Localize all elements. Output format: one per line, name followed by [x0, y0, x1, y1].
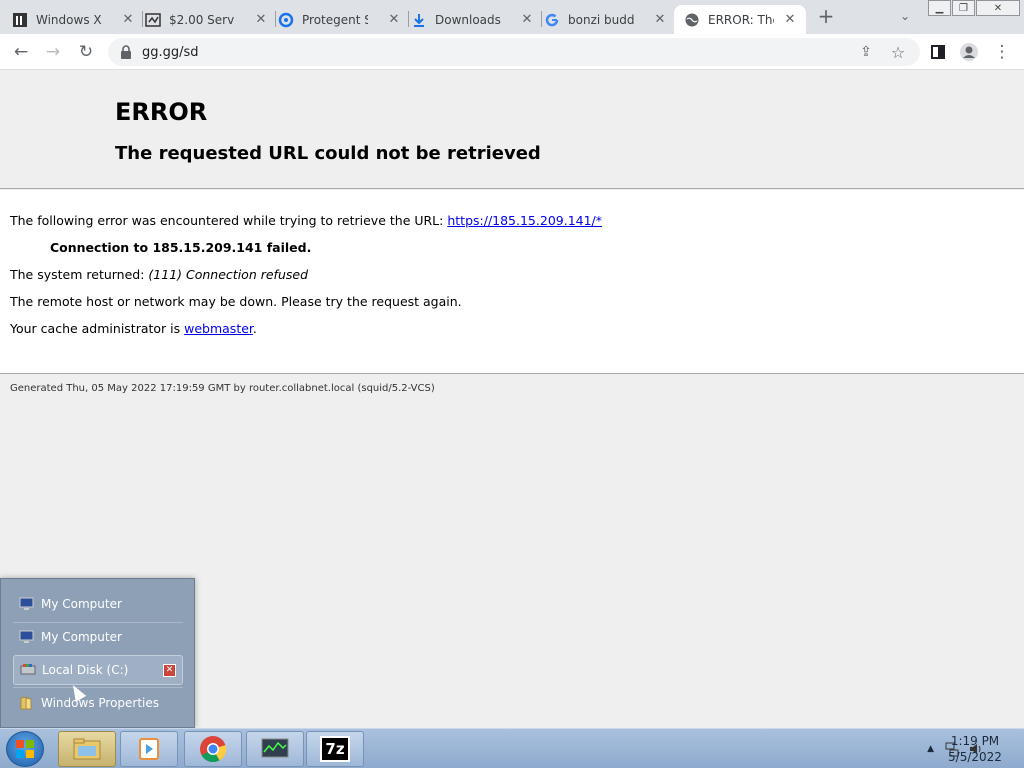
address-bar[interactable]: gg.gg/sd — [108, 38, 920, 66]
jump-item-windows-properties[interactable]: Windows Properties — [13, 688, 183, 718]
tab-title: Protegent Sc — [302, 12, 368, 27]
tab-separator — [541, 11, 542, 27]
tab-error[interactable]: ERROR: The ✕ — [674, 5, 806, 34]
restore-button[interactable]: ❐ — [952, 0, 975, 16]
webmaster-link[interactable]: webmaster — [184, 321, 253, 336]
tab-title: Downloads — [435, 12, 501, 27]
error-cache-admin: Your cache administrator is webmaster. — [10, 321, 257, 336]
close-tab-icon[interactable]: ✕ — [519, 12, 535, 28]
profile-avatar[interactable] — [957, 40, 981, 64]
drive-icon — [20, 662, 36, 678]
folder-icon — [73, 738, 101, 760]
close-tab-icon[interactable]: ✕ — [652, 12, 668, 28]
error-header: ERROR The requested URL could not be ret… — [0, 71, 1024, 189]
windows-logo-icon — [16, 740, 34, 758]
page-title: ERROR — [115, 98, 208, 126]
error-system-returned: The system returned: (111) Connection re… — [10, 267, 308, 282]
globe-icon — [684, 12, 700, 28]
tab-title: $2.00 Service — [169, 12, 235, 27]
forward-button[interactable]: → — [41, 40, 65, 64]
url-text[interactable]: gg.gg/sd — [142, 45, 199, 60]
close-tab-icon[interactable]: ✕ — [120, 12, 136, 28]
taskbar-7zip[interactable]: 7z — [306, 731, 364, 767]
tab-separator — [408, 11, 409, 27]
tab-protegent[interactable]: Protegent Sc ✕ — [278, 5, 406, 34]
taskbar-media-player[interactable] — [120, 731, 178, 767]
error-body: The following error was encountered whil… — [0, 190, 1024, 374]
tab-bonzi-buddy[interactable]: bonzi buddy ✕ — [544, 5, 672, 34]
task-manager-icon — [261, 738, 289, 758]
tab-downloads[interactable]: Downloads ✕ — [411, 5, 539, 34]
minimize-button[interactable]: ▁ — [928, 0, 951, 16]
tab-windows-xp[interactable]: Windows XP ✕ — [12, 5, 140, 34]
windows-xp-favicon — [12, 12, 28, 28]
error-line-url: The following error was encountered whil… — [10, 213, 603, 228]
back-button[interactable]: ← — [9, 40, 33, 64]
jump-item-my-computer[interactable]: My Computer — [13, 622, 183, 652]
media-player-icon — [139, 738, 159, 760]
tab-service[interactable]: $2.00 Service ✕ — [145, 5, 273, 34]
computer-icon — [19, 629, 35, 645]
side-panel-icon[interactable] — [926, 40, 950, 64]
failed-url-link[interactable]: https://185.15.209.141/* — [447, 213, 602, 228]
close-window-button[interactable]: ✕ — [976, 0, 1020, 16]
folder-icon — [19, 695, 35, 711]
protegent-favicon — [278, 12, 294, 28]
show-hidden-icons-icon[interactable]: ▲ — [927, 744, 934, 754]
tab-search-button[interactable]: ⌄ — [893, 4, 917, 28]
share-icon[interactable]: ⇪ — [854, 40, 878, 64]
tab-separator — [142, 11, 143, 27]
menu-kebab-icon[interactable]: ⋮ — [990, 40, 1014, 64]
start-button[interactable] — [6, 731, 44, 767]
7zip-icon: 7z — [320, 736, 350, 762]
browser-toolbar: ← → ↻ gg.gg/sd ⇪ ☆ ⋮ — [0, 34, 1024, 70]
taskbar-file-explorer[interactable] — [58, 731, 116, 767]
tab-title: bonzi buddy — [568, 12, 634, 27]
lock-icon — [121, 45, 131, 59]
page-footer: Generated Thu, 05 May 2022 17:19:59 GMT … — [10, 383, 435, 394]
new-tab-button[interactable]: + — [814, 4, 838, 28]
computer-icon — [19, 596, 35, 612]
reload-button[interactable]: ↻ — [74, 40, 98, 64]
google-icon — [544, 12, 560, 28]
download-icon — [411, 12, 427, 28]
taskbar-chrome[interactable] — [184, 731, 242, 767]
tab-title: ERROR: The — [708, 12, 774, 27]
taskbar-task-manager[interactable] — [246, 731, 304, 767]
jump-list: My Computer My Computer Local Disk (C:) … — [0, 578, 195, 728]
error-connection-failed: Connection to 185.15.209.141 failed. — [50, 240, 312, 255]
page-subtitle: The requested URL could not be retrieved — [115, 143, 541, 164]
clock-time: 1:19 PM — [950, 734, 1000, 748]
close-tab-icon[interactable]: ✕ — [386, 12, 402, 28]
clock-date: 5/5/2022 — [948, 750, 1002, 764]
service-favicon — [145, 12, 161, 28]
taskbar-clock[interactable]: 1:19 PM 5/5/2022 — [940, 733, 1010, 765]
close-tab-icon[interactable]: ✕ — [253, 12, 269, 28]
tab-strip: Windows XP ✕ $2.00 Service ✕ Protegent S… — [0, 0, 1024, 34]
tab-title: Windows XP — [36, 12, 102, 27]
close-tab-icon[interactable]: ✕ — [782, 12, 798, 28]
chrome-icon — [200, 736, 227, 763]
jump-item-my-computer[interactable]: My Computer — [13, 589, 183, 619]
remove-from-list-icon[interactable]: ✕ — [163, 663, 176, 677]
error-remote-host: The remote host or network may be down. … — [10, 294, 462, 309]
taskbar: 7z ▲ 1:19 PM 5/5/2022 — [0, 728, 1024, 768]
bookmark-star-icon[interactable]: ☆ — [886, 40, 910, 64]
tab-separator — [275, 11, 276, 27]
jump-item-local-disk[interactable]: Local Disk (C:) ✕ — [13, 655, 183, 685]
